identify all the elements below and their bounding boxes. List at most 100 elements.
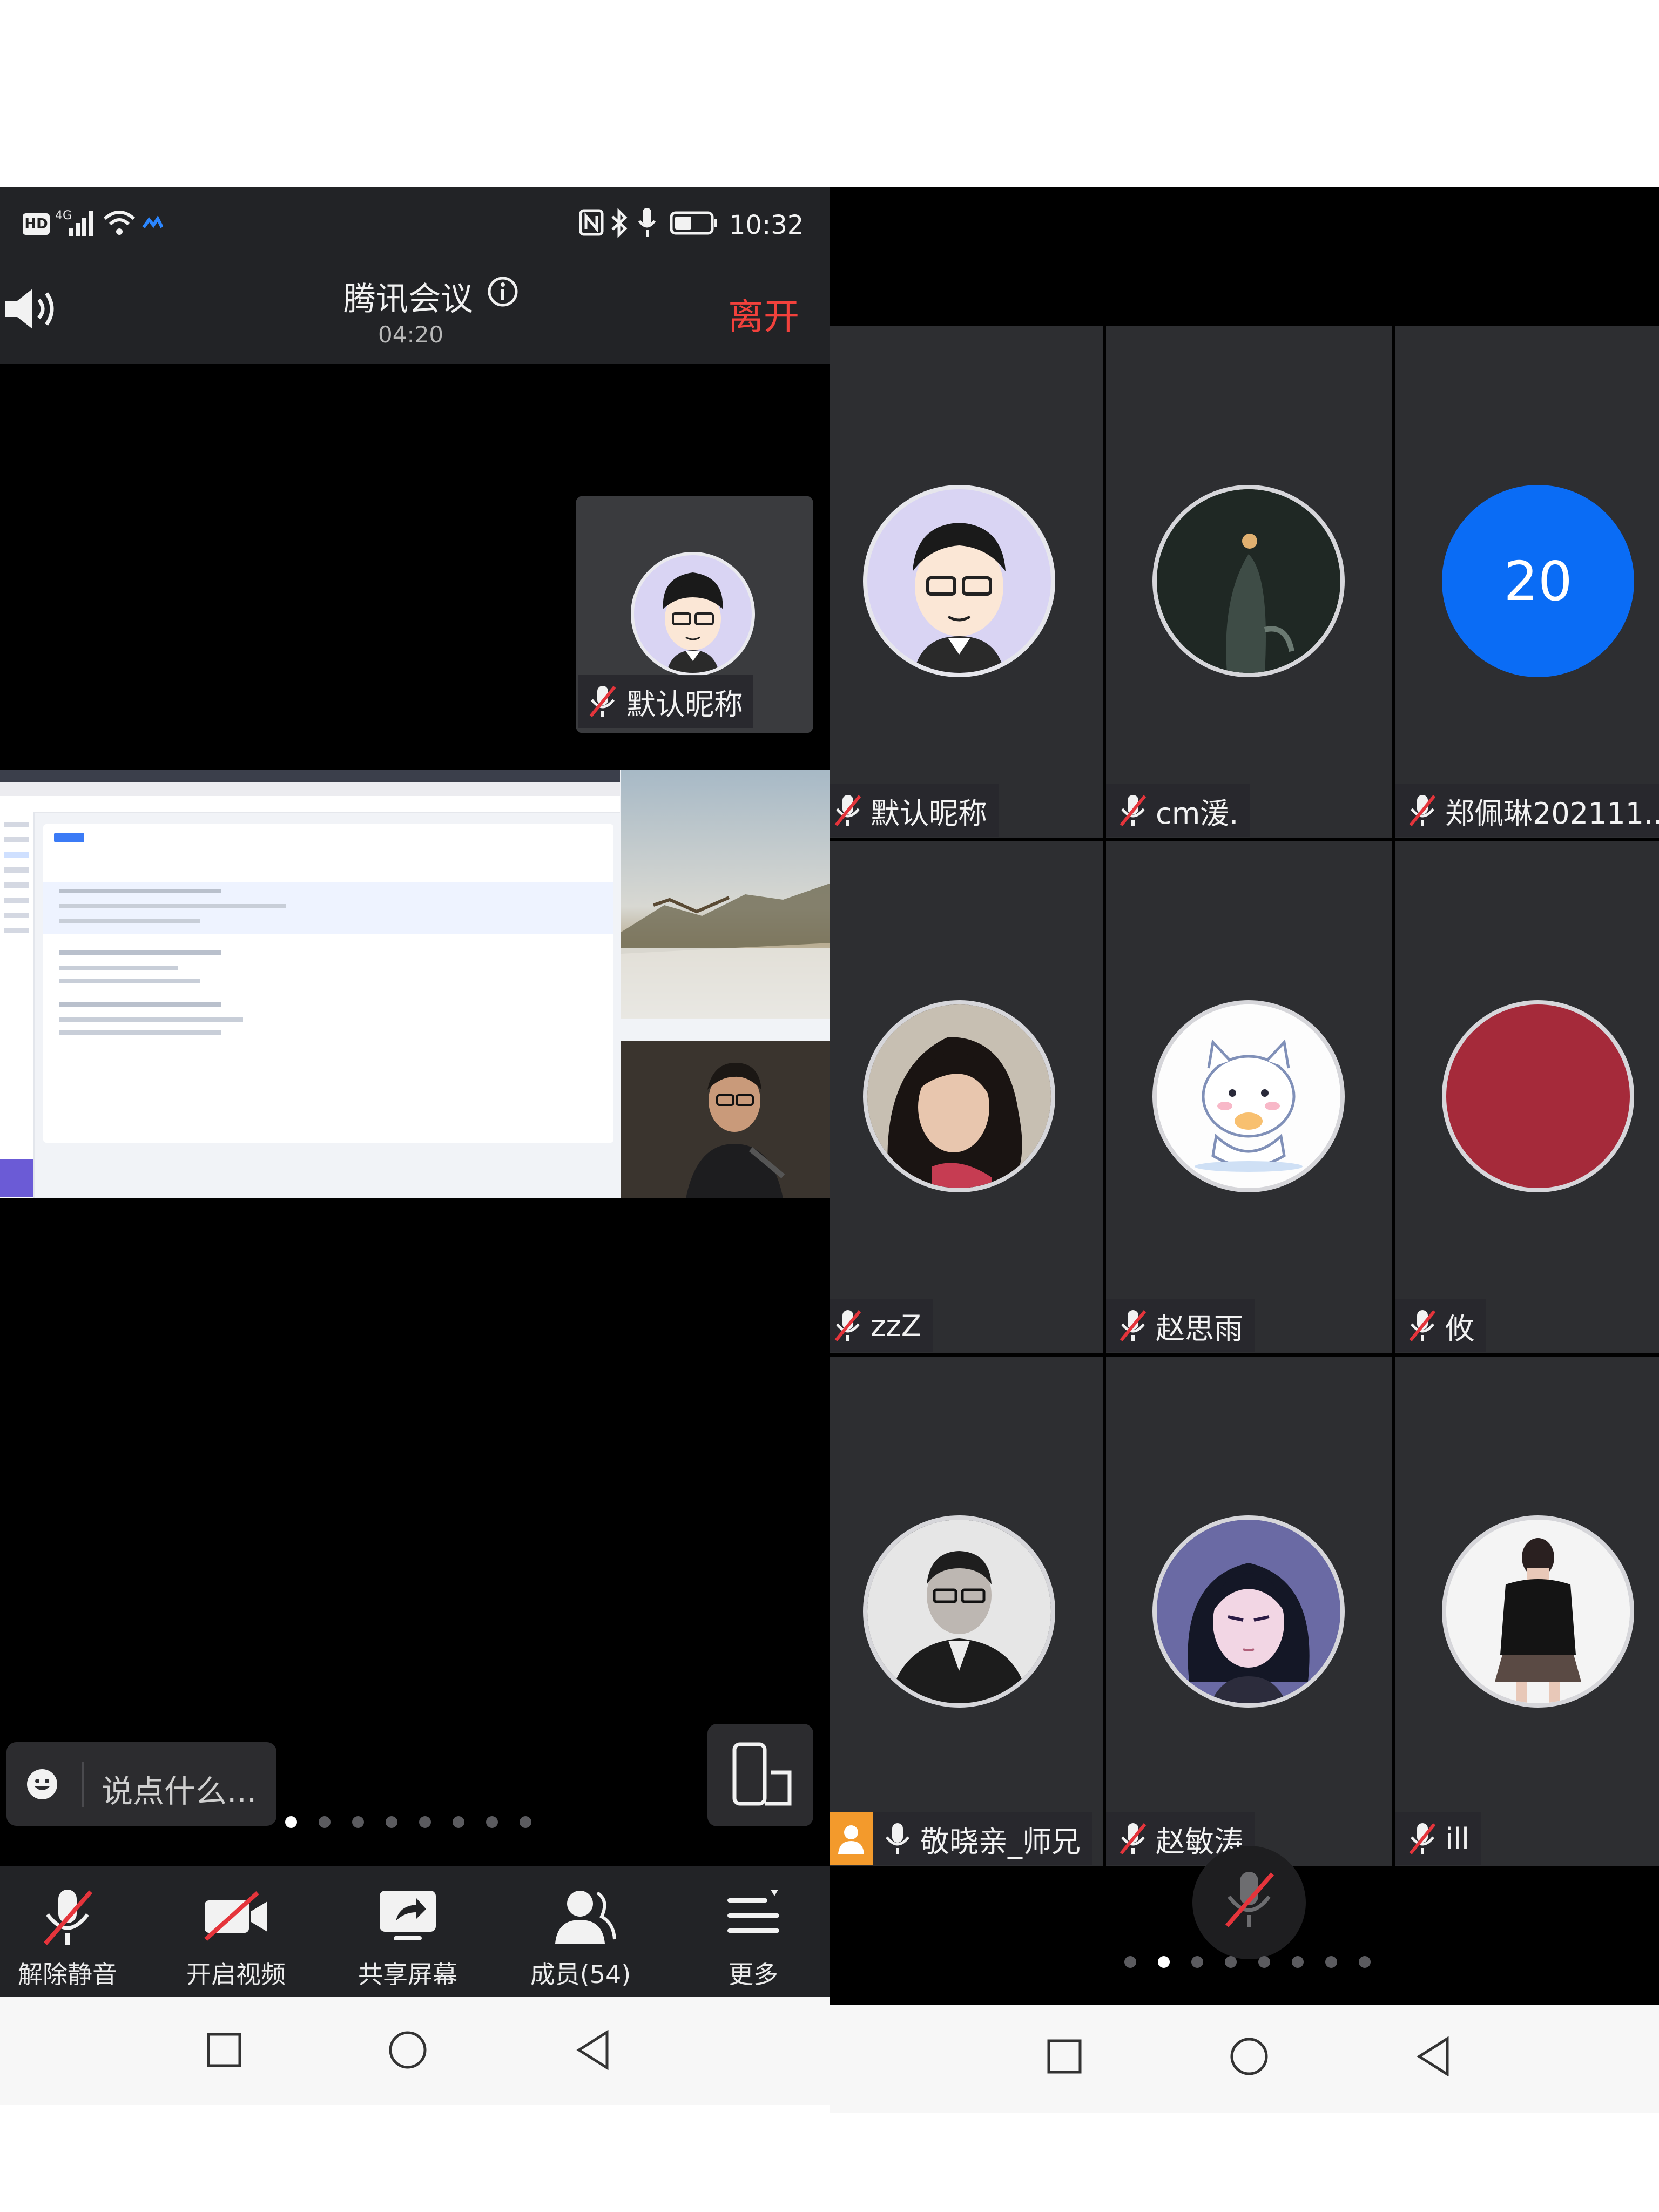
web-content-card — [43, 824, 613, 1143]
mic-muted-icon — [1409, 795, 1436, 826]
page-dot-2[interactable] — [319, 1816, 331, 1828]
page-dot-5[interactable] — [419, 1816, 431, 1828]
web-header — [0, 796, 620, 813]
girl-photo-avatar-icon — [1446, 1520, 1630, 1703]
page-dot-5[interactable] — [1258, 1956, 1270, 1968]
meeting-header: 腾讯会议 04:20 离开 — [0, 252, 830, 364]
page-dot-6[interactable] — [1292, 1956, 1304, 1968]
meeting-title: 腾讯会议 — [343, 280, 473, 318]
back-icon[interactable] — [1416, 2036, 1451, 2076]
phone-rotate-icon — [732, 1742, 792, 1806]
page-dot-3[interactable] — [352, 1816, 364, 1828]
video-thumbnail-landscape[interactable] — [621, 770, 830, 1019]
participant-name: 赵思雨 — [1156, 1311, 1243, 1346]
mic-muted-icon — [834, 795, 861, 826]
self-view[interactable]: 默认昵称 — [576, 496, 813, 733]
speaker-icon[interactable] — [3, 286, 57, 332]
floating-mic-button[interactable] — [1192, 1846, 1306, 1959]
participant-name-tag: 攸 — [1395, 1299, 1486, 1352]
person-icon — [838, 1825, 864, 1854]
back-icon[interactable] — [576, 2030, 610, 2070]
share-screen-icon — [380, 1891, 436, 1940]
video-thumbnail-presenter[interactable] — [621, 1041, 830, 1198]
home-icon[interactable] — [1229, 2036, 1269, 2076]
clock: 10:32 — [729, 210, 804, 240]
avatar — [1442, 1000, 1634, 1192]
cartoon-cat-avatar-icon — [1157, 1004, 1340, 1188]
page-dot-1[interactable] — [285, 1816, 297, 1828]
avatar — [863, 485, 1055, 677]
anime-girl-avatar-icon — [1157, 1520, 1340, 1703]
members-icon — [555, 1891, 616, 1944]
mic-muted-icon — [1409, 1310, 1436, 1341]
more-button[interactable]: 更多 — [686, 1866, 821, 1997]
meeting-timer: 04:20 — [378, 321, 444, 348]
participant-name: 攸 — [1445, 1311, 1474, 1346]
participant-name-tag: cm湲. — [1106, 784, 1251, 837]
participant-name-tag: zzZ — [830, 1299, 933, 1352]
avatar — [631, 552, 755, 676]
more-menu-icon — [727, 1890, 779, 1933]
members-button[interactable]: 成员(54) — [513, 1866, 648, 1997]
page-dot-3[interactable] — [1191, 1956, 1203, 1968]
info-icon[interactable] — [487, 276, 518, 307]
recent-apps-icon[interactable] — [206, 2032, 242, 2068]
chat-placeholder: 说点什么... — [102, 1773, 257, 1810]
participant-name-tag: 默认昵称 — [830, 784, 999, 837]
battery-icon — [670, 211, 717, 235]
emoji-icon[interactable] — [26, 1768, 58, 1800]
cartoon-boy-avatar-icon — [663, 572, 723, 673]
page-dot-1[interactable] — [1124, 1956, 1136, 1968]
participant-name: ill — [1445, 1822, 1470, 1856]
cloud-sync-icon — [142, 215, 163, 228]
avatar-initials: 20 — [1503, 549, 1573, 613]
page-dot-8[interactable] — [1359, 1956, 1371, 1968]
mic-muted-icon — [1120, 1310, 1147, 1341]
microphone-status-icon — [638, 208, 656, 237]
members-label: 成员(54) — [530, 1960, 631, 1989]
video-off-icon — [204, 1891, 267, 1941]
participant-name: 敬晓亲_师兄 — [920, 1824, 1081, 1859]
mic-muted-icon — [1409, 1823, 1436, 1854]
avatar — [1152, 1515, 1345, 1708]
page-dot-7[interactable] — [486, 1816, 498, 1828]
page-dot-6[interactable] — [453, 1816, 464, 1828]
avatar — [863, 1000, 1055, 1192]
shared-screen[interactable] — [0, 770, 830, 1198]
avatar — [863, 1515, 1055, 1708]
page-dot-4[interactable] — [1225, 1956, 1237, 1968]
system-navbar-left — [0, 1997, 830, 2105]
wifi-icon — [104, 211, 135, 235]
chat-input[interactable]: 说点什么... — [6, 1742, 276, 1826]
browser-addressbar — [0, 782, 620, 797]
presenter-video-icon — [621, 1041, 830, 1198]
signal-icon — [69, 211, 93, 236]
web-sidebar-badge — [0, 1159, 33, 1197]
self-name-label: 默认昵称 — [578, 675, 753, 728]
cartoon-boy-avatar-icon — [913, 523, 1006, 673]
recent-apps-icon[interactable] — [1047, 2039, 1082, 2074]
participant-name-tag: ill — [1395, 1812, 1482, 1865]
avatar — [1442, 1515, 1634, 1708]
self-name: 默认昵称 — [626, 687, 743, 721]
home-icon[interactable] — [388, 2030, 428, 2070]
avatar — [1152, 1000, 1345, 1192]
host-badge — [830, 1812, 873, 1865]
participant-name-tag: 赵思雨 — [1106, 1299, 1255, 1352]
page-dot-8[interactable] — [520, 1816, 531, 1828]
mic-muted-icon — [834, 1310, 861, 1341]
mic-muted-icon — [1225, 1872, 1274, 1927]
avatar: 20 — [1442, 485, 1634, 677]
nfc-icon — [579, 209, 604, 236]
woman-photo-avatar-icon — [867, 1004, 1051, 1188]
leave-button[interactable]: 离开 — [728, 288, 799, 340]
page-dot-7[interactable] — [1325, 1956, 1337, 1968]
page-dot-2[interactable] — [1158, 1956, 1170, 1968]
rotate-screen-button[interactable] — [707, 1724, 813, 1826]
start-video-button[interactable]: 开启视频 — [168, 1866, 304, 1997]
share-screen-button[interactable]: 共享屏幕 — [340, 1866, 475, 1997]
unmute-button[interactable]: 解除静音 — [0, 1866, 135, 1997]
page-dot-4[interactable] — [386, 1816, 397, 1828]
dark-photo-avatar-icon — [1157, 489, 1340, 673]
divider — [82, 1762, 84, 1807]
